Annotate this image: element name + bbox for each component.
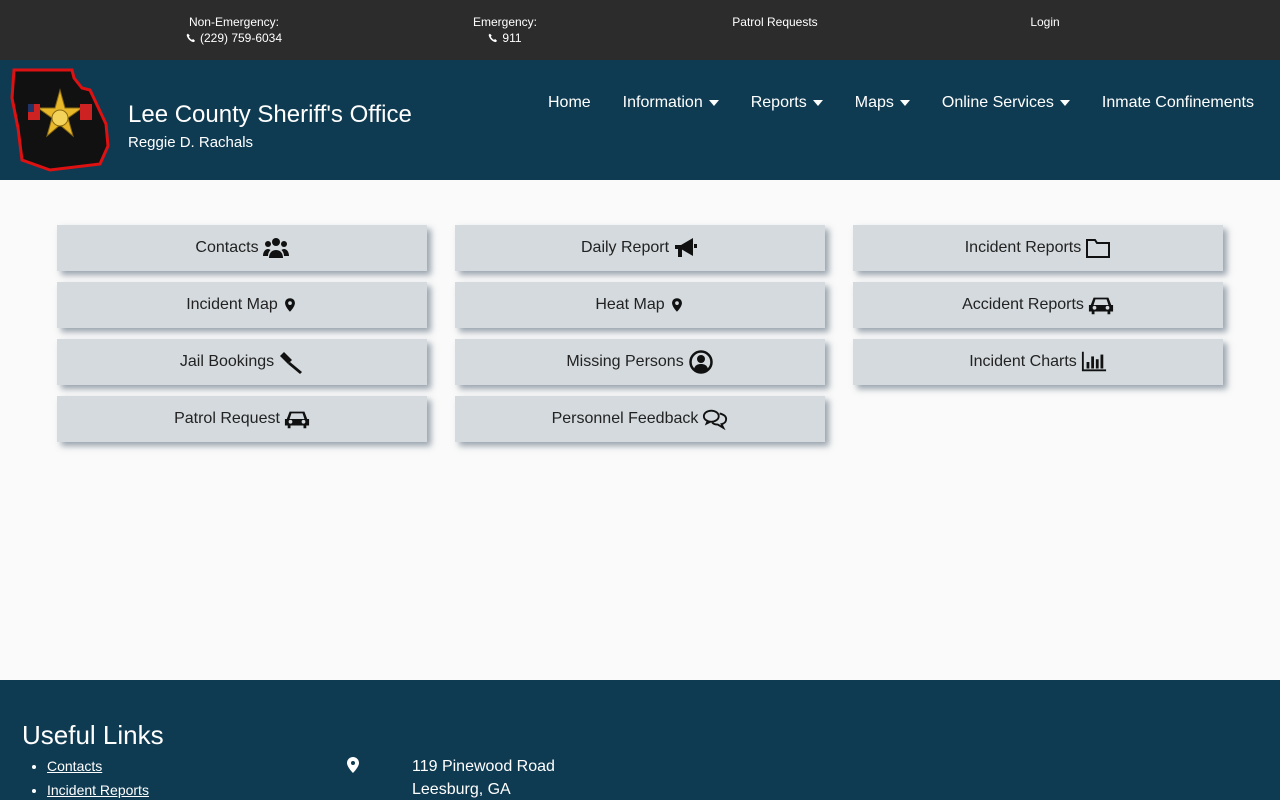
caret-down-icon bbox=[899, 100, 910, 106]
patrol-requests-item: Patrol Requests bbox=[720, 14, 830, 30]
folder-icon bbox=[1086, 239, 1111, 258]
site-title: Lee County Sheriff's Office bbox=[128, 101, 412, 128]
tile-incident-map[interactable]: Incident Map bbox=[57, 282, 427, 328]
nav-label: Reports bbox=[750, 94, 807, 111]
tile-incident-charts[interactable]: Incident Charts bbox=[853, 339, 1223, 385]
user-circle-icon bbox=[688, 350, 713, 374]
tile-missing-persons[interactable]: Missing Persons bbox=[455, 339, 825, 385]
car-icon bbox=[1088, 297, 1113, 315]
login-item: Login bbox=[1015, 14, 1075, 30]
site-header: Lee County Sheriff's Office Reggie D. Ra… bbox=[0, 60, 1280, 180]
non-emergency-info: Non-Emergency: (229) 759-6034 bbox=[170, 14, 298, 47]
nav-label: Home bbox=[547, 94, 591, 111]
map-marker-icon bbox=[347, 757, 359, 773]
tile-label: Heat Map bbox=[595, 296, 665, 313]
tile-label: Incident Map bbox=[186, 296, 278, 313]
nav-label: Information bbox=[622, 94, 703, 111]
nav-online-services[interactable]: Online Services bbox=[942, 94, 1070, 112]
list-item: Contacts bbox=[47, 758, 149, 774]
tile-label: Contacts bbox=[195, 239, 259, 256]
nav-information[interactable]: Information bbox=[623, 94, 719, 112]
nav-label: Maps bbox=[854, 94, 894, 111]
caret-down-icon bbox=[1059, 100, 1070, 106]
login-link[interactable]: Login bbox=[1030, 15, 1059, 29]
tile-patrol-request[interactable]: Patrol Request bbox=[57, 396, 427, 442]
footer-address: 119 Pinewood Road Leesburg, GA bbox=[412, 755, 555, 800]
footer-link-contacts[interactable]: Contacts bbox=[47, 758, 102, 774]
footer-link-incident-reports[interactable]: Incident Reports bbox=[47, 782, 149, 798]
tile-label: Incident Reports bbox=[964, 239, 1082, 256]
gavel-icon bbox=[280, 352, 303, 374]
nav-reports[interactable]: Reports bbox=[751, 94, 823, 112]
car-icon bbox=[284, 411, 309, 429]
tile-incident-reports[interactable]: Incident Reports bbox=[853, 225, 1223, 271]
bar-chart-icon bbox=[1081, 351, 1106, 372]
address-line-1: 119 Pinewood Road bbox=[412, 758, 555, 775]
sheriff-name: Reggie D. Rachals bbox=[128, 134, 254, 151]
tile-jail-bookings[interactable]: Jail Bookings bbox=[57, 339, 427, 385]
caret-down-icon bbox=[708, 100, 719, 106]
comments-icon bbox=[703, 409, 728, 431]
tile-label: Missing Persons bbox=[566, 353, 684, 370]
emergency-info: Emergency: 911 bbox=[465, 14, 545, 47]
list-item: Incident Reports bbox=[47, 782, 149, 798]
tile-label: Incident Charts bbox=[969, 353, 1077, 370]
nav-inmate-confinements[interactable]: Inmate Confinements bbox=[1102, 94, 1254, 112]
non-emergency-label: Non-Emergency: bbox=[188, 15, 280, 29]
top-bar: Non-Emergency: (229) 759-6034 Emergency:… bbox=[0, 0, 1280, 60]
megaphone-icon bbox=[675, 238, 698, 257]
footer-heading: Useful Links bbox=[22, 720, 164, 750]
tile-daily-report[interactable]: Daily Report bbox=[455, 225, 825, 271]
emergency-label: Emergency: bbox=[472, 15, 538, 29]
emergency-phone-link[interactable]: 911 bbox=[502, 30, 521, 46]
useful-links-list: Contacts Incident Reports bbox=[47, 758, 149, 800]
map-marker-icon bbox=[284, 298, 295, 312]
sheriff-logo[interactable] bbox=[10, 68, 110, 172]
non-emergency-phone-link[interactable]: (229) 759-6034 bbox=[200, 30, 282, 46]
caret-down-icon bbox=[812, 100, 823, 106]
main-nav: Home Information Reports Maps Online Ser… bbox=[548, 94, 1254, 112]
tile-contacts[interactable]: Contacts bbox=[57, 225, 427, 271]
nav-label: Inmate Confinements bbox=[1101, 94, 1254, 111]
tile-label: Patrol Request bbox=[174, 410, 280, 427]
map-marker-icon bbox=[671, 298, 682, 312]
site-footer: Useful Links Contacts Incident Reports 1… bbox=[0, 680, 1280, 800]
phone-icon bbox=[186, 33, 196, 43]
address-line-2: Leesburg, GA bbox=[412, 781, 511, 798]
tile-label: Daily Report bbox=[580, 239, 670, 256]
phone-icon bbox=[489, 33, 498, 43]
patrol-requests-link[interactable]: Patrol Requests bbox=[732, 15, 817, 29]
tile-personnel-feedback[interactable]: Personnel Feedback bbox=[455, 396, 825, 442]
nav-maps[interactable]: Maps bbox=[855, 94, 910, 112]
nav-label: Online Services bbox=[941, 94, 1054, 111]
tile-label: Accident Reports bbox=[962, 296, 1084, 313]
tile-heat-map[interactable]: Heat Map bbox=[455, 282, 825, 328]
tile-label: Personnel Feedback bbox=[551, 410, 699, 427]
tile-label: Jail Bookings bbox=[179, 353, 275, 370]
users-icon bbox=[262, 238, 289, 258]
nav-home[interactable]: Home bbox=[548, 94, 591, 112]
tile-accident-reports[interactable]: Accident Reports bbox=[853, 282, 1223, 328]
